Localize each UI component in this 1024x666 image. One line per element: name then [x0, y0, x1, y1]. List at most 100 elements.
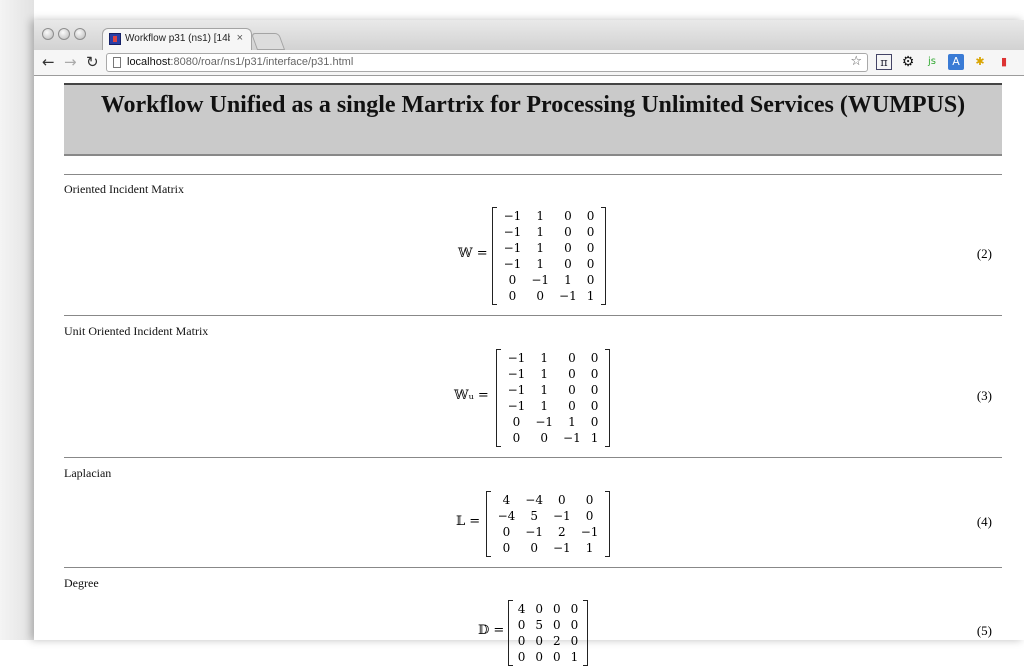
matrix-cell: 0: [564, 241, 572, 255]
close-window-button[interactable]: [42, 28, 54, 40]
matrix-cell: 1: [536, 257, 544, 271]
equation-lhs: 𝕎ᵤ =: [454, 388, 489, 403]
equation-oriented-incident: 𝕎 = −1 1 0 0 −1 1 0 0 −1 1 0 0 −1 1 0 0 0 −1 1 0 0 0 −1 1 (2): [64, 207, 1002, 305]
matrix-cell: 0: [564, 225, 572, 239]
matrix-cell: 0: [590, 351, 599, 365]
bookmark-red-icon[interactable]: ▮: [996, 54, 1012, 70]
matrix-cell: 0: [553, 618, 561, 632]
matrix-row: −4 5 −1 0: [493, 508, 604, 524]
matrix-cell: 1: [540, 383, 548, 397]
new-tab-button[interactable]: [250, 33, 286, 50]
matrix-row: −1 1 0 0: [503, 366, 604, 382]
tab-active[interactable]: Workflow p31 (ns1) [14b7 ×: [102, 28, 252, 50]
matrix-cell: 0: [570, 618, 579, 632]
matrix-cell: 0: [558, 493, 566, 507]
equation-laplacian: 𝕃 = 4 −4 0 0 −4 5 −1 0 0 −1 2 −1 0 0 −1 1 (4): [64, 491, 1002, 557]
matrix-cell: 1: [564, 273, 572, 287]
matrix: 4000050000200001: [508, 600, 588, 666]
desktop-background: [0, 0, 34, 640]
bookmark-star-icon[interactable]: ☆: [850, 54, 862, 69]
equation-lhs: 𝕎 =: [458, 246, 488, 261]
matrix-table: −1 1 0 0 −1 1 0 0 −1 1 0 0 −1 1 0 0 0 −1 1 0 0 0 −1 1: [499, 208, 600, 304]
matrix-cell: 0: [568, 367, 576, 381]
tab-close-icon[interactable]: ×: [237, 32, 243, 44]
matrix-cell: 1: [586, 289, 595, 303]
matrix-cell: −1: [531, 273, 550, 287]
tab-strip: Workflow p31 (ns1) [14b7 ×: [34, 20, 1024, 50]
matrix-cell: 0: [517, 650, 526, 664]
translate-icon[interactable]: A: [948, 54, 964, 70]
matrix-cell: 0: [540, 431, 548, 445]
matrix-cell: 5: [535, 618, 543, 632]
equation-lhs: 𝕃 =: [456, 514, 481, 529]
matrix-cell: 0: [508, 273, 517, 287]
matrix-cell: −1: [503, 241, 522, 255]
matrix-row: −1 1 0 0: [499, 256, 600, 272]
matrix-row: 0 −1 2 −1: [493, 524, 604, 540]
matrix-cell: −1: [503, 257, 522, 271]
matrix-cell: 5: [530, 509, 538, 523]
matrix-cell: 0: [535, 634, 543, 648]
matrix-cell: 0: [585, 509, 594, 523]
matrix-cell: 1: [536, 225, 544, 239]
matrix-cell: 0: [512, 415, 521, 429]
matrix: −1 1 0 0 −1 1 0 0 −1 1 0 0 −1 1 0 0 0 −1 1 0 0 0 −1 1: [496, 349, 610, 447]
matrix-cell: −1: [535, 415, 554, 429]
matrix-row: −1 1 0 0: [499, 240, 600, 256]
settings-icon[interactable]: ⚙: [900, 54, 916, 70]
url-text[interactable]: localhost:8080/roar/ns1/p31/interface/p3…: [127, 56, 353, 68]
matrix-row: −1 1 0 0: [503, 398, 604, 414]
matrix-cell: 0: [535, 602, 543, 616]
matrix-cell: 2: [558, 525, 566, 539]
matrix-cell: 0: [502, 541, 511, 555]
section-label-oriented-incident: Oriented Incident Matrix: [64, 182, 184, 196]
forward-button[interactable]: →: [64, 53, 77, 71]
matrix-cell: −1: [553, 509, 571, 523]
matrix-cell: 0: [585, 493, 594, 507]
matrix-row: 4 −4 0 0: [493, 492, 604, 508]
puzzle-icon[interactable]: ✱: [972, 54, 988, 70]
matrix-cell: 1: [540, 351, 548, 365]
divider: [64, 174, 1002, 175]
divider: [64, 457, 1002, 458]
matrix-cell: 0: [570, 634, 579, 648]
toolbar: ← → ↻ localhost:8080/roar/ns1/p31/interf…: [34, 50, 1024, 76]
matrix-row: −1 1 0 0: [499, 224, 600, 240]
zoom-window-button[interactable]: [74, 28, 86, 40]
matrix-cell: −1: [507, 383, 526, 397]
reload-button[interactable]: ↻: [86, 53, 99, 71]
equation-number: (2): [976, 246, 992, 261]
matrix-cell: 0: [512, 431, 521, 445]
address-bar[interactable]: localhost:8080/roar/ns1/p31/interface/p3…: [106, 53, 868, 72]
matrix-cell: 1: [540, 399, 548, 413]
matrix-cell: −1: [507, 367, 526, 381]
matrix-cell: 0: [568, 383, 576, 397]
matrix-cell: 0: [570, 602, 579, 616]
matrix-cell: −4: [497, 509, 516, 523]
matrix-cell: −1: [553, 541, 571, 555]
js-icon[interactable]: js: [924, 54, 940, 70]
pi-icon[interactable]: π: [876, 54, 892, 70]
equation-number: (3): [976, 388, 992, 403]
matrix-cell: 0: [564, 257, 572, 271]
matrix-cell: 0: [590, 399, 599, 413]
matrix-row: 4000: [513, 601, 584, 617]
matrix-cell: −1: [580, 525, 599, 539]
back-button[interactable]: ←: [42, 53, 55, 71]
matrix-cell: −1: [525, 525, 543, 539]
matrix-table: 4 −4 0 0 −4 5 −1 0 0 −1 2 −1 0 0 −1 1: [493, 492, 604, 556]
page-icon: [113, 57, 121, 68]
tab-title: Workflow p31 (ns1) [14b7: [125, 33, 230, 44]
matrix-cell: 0: [517, 618, 526, 632]
matrix-cell: 0: [590, 367, 599, 381]
section-label-laplacian: Laplacian: [64, 466, 112, 480]
divider: [64, 315, 1002, 316]
minimize-window-button[interactable]: [58, 28, 70, 40]
matrix-cell: 0: [586, 257, 595, 271]
matrix-row: 0 0 −1 1: [499, 288, 600, 304]
matrix-cell: 1: [585, 541, 594, 555]
matrix-cell: −1: [507, 351, 526, 365]
section-label-degree: Degree: [64, 576, 99, 590]
matrix-row: −1 1 0 0: [499, 208, 600, 224]
equation-degree: 𝔻 = 4000050000200001 (5): [64, 600, 1002, 666]
